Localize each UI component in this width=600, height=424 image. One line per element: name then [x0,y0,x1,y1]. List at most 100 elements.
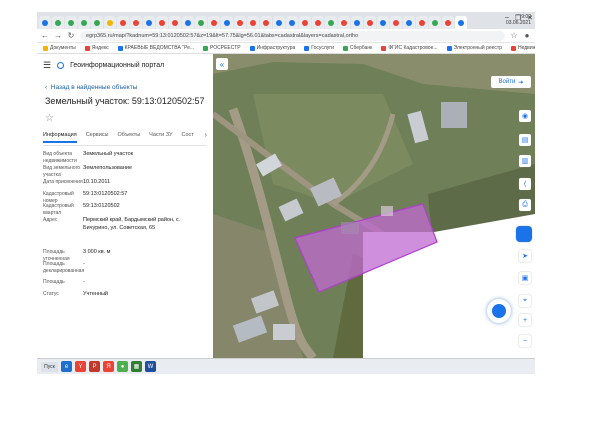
taskbar-app-icon[interactable]: Y [75,361,86,372]
location-icon[interactable]: ◉ [519,110,531,122]
browser-tab[interactable] [65,16,77,29]
menu-icon[interactable]: ☰ [43,60,51,71]
tab-favicon-icon [406,19,412,26]
browser-tab[interactable] [169,16,181,29]
browser-tab[interactable] [403,16,415,29]
tab-services[interactable]: Сервисы [86,132,109,141]
browser-tab[interactable] [416,16,428,29]
browser-tab[interactable] [117,16,129,29]
back-to-results-link[interactable]: ‹ Назад в найденные объекты [45,84,137,91]
browser-tab[interactable] [455,16,467,29]
browser-tab[interactable] [364,16,376,29]
map-view[interactable]: « Войти ➜ ◉ ▤ ▥ ⟨ ⎙ ➤ ▣ ⌖ + − РОСРЕЕСТР … [213,54,535,358]
browser-tab[interactable] [442,16,454,29]
taskbar-app-icon[interactable]: P [89,361,100,372]
browser-tab[interactable] [312,16,324,29]
windows-taskbar: Пуск e Y P Я ● ▦ W [37,358,535,374]
browser-tab[interactable] [377,16,389,29]
url-input[interactable]: egrp365.ru/map/?kadnum=59:13:0120502:57&… [80,30,505,41]
tab-info[interactable]: Информация [43,132,77,143]
browser-tab[interactable] [221,16,233,29]
bookmark-star-icon[interactable]: ☆ [510,31,518,40]
browser-tab[interactable] [143,16,155,29]
browser-tab[interactable] [104,16,116,29]
assistant-fab-button[interactable] [487,299,511,323]
browser-tab[interactable] [338,16,350,29]
profile-icon[interactable]: ● [523,31,531,40]
start-button[interactable]: Пуск [41,361,58,372]
attribute-row: Вид объекта недвижимости Земельный участо… [43,151,207,165]
tab-favicon-icon [276,19,282,26]
back-icon[interactable]: ← [41,31,49,40]
browser-tab[interactable] [247,16,259,29]
address-bar-row: ← → ↻ egrp365.ru/map/?kadnum=59:13:01205… [37,29,535,43]
bookmark-item[interactable]: Госуслуги [304,45,334,51]
clock-date: 03.06.2021 [505,20,531,26]
login-button[interactable]: Войти ➜ [491,76,531,88]
tab-favicon-icon [224,19,230,26]
browser-tab[interactable] [182,16,194,29]
taskbar-app-icon[interactable]: ▦ [131,361,142,372]
bookmark-item[interactable]: РОСРЕЕСТР [203,45,241,51]
bookmark-item[interactable]: КРАЕВЫЕ ВЕДОМСТВА "Ре... [117,45,195,51]
attribute-value: 59:13:0120502 [83,203,120,209]
bookmark-item[interactable]: Недвижимость [510,45,535,51]
browser-tab[interactable] [429,16,441,29]
basemap-icon[interactable]: ▥ [519,155,531,167]
zoom-out-button[interactable]: − [519,335,531,347]
taskbar-app-icon[interactable]: W [145,361,156,372]
browser-tab[interactable] [208,16,220,29]
attribute-row: Дата присвоения 10.10.2011 [43,179,207,191]
tabs-scroll-right-icon[interactable]: › [205,132,207,142]
browser-tab[interactable] [39,16,51,29]
browser-tab[interactable] [52,16,64,29]
tab-objects[interactable]: Объекты [117,132,140,141]
browser-tab[interactable] [273,16,285,29]
browser-tab[interactable] [156,16,168,29]
navigate-icon[interactable]: ➤ [519,250,531,262]
bookmark-item[interactable]: Документы [43,45,76,51]
bookmark-item[interactable]: Сбербанк [342,45,372,51]
tab-favicon-icon [172,19,178,26]
collapse-panel-button[interactable]: « [216,58,228,70]
browser-tab[interactable] [351,16,363,29]
tab-state[interactable]: Сост [182,132,194,141]
browser-tab[interactable] [325,16,337,29]
tab-favicon-icon [341,19,347,26]
favorite-star-icon[interactable]: ☆ [45,113,54,124]
bookmark-item[interactable]: Электронный реестр [446,45,502,51]
tab-favicon-icon [393,19,399,26]
measure-icon[interactable]: ▣ [519,272,531,284]
browser-tab[interactable] [260,16,272,29]
browser-tab[interactable] [234,16,246,29]
bookmark-label: КРАЕВЫЕ ВЕДОМСТВА "Ре... [124,45,195,51]
gps-icon[interactable]: ⌖ [519,295,531,307]
forward-icon[interactable]: → [54,31,62,40]
browser-tab[interactable] [390,16,402,29]
taskbar-app-icon[interactable]: e [61,361,72,372]
browser-tab[interactable] [78,16,90,29]
bookmark-item[interactable]: Инфраструктура [249,45,295,51]
assistant-icon [492,304,506,318]
browser-tab[interactable] [130,16,142,29]
brand-label: Геоинформационный портал [70,62,165,69]
zoom-in-button[interactable]: + [519,314,531,326]
bookmark-item[interactable]: Яндекс [84,45,109,51]
layers-icon[interactable]: ▤ [519,134,531,146]
tab-parts[interactable]: Части ЗУ [149,132,172,141]
browser-tab[interactable] [286,16,298,29]
attribute-key: Кадастровый квартал [43,203,74,216]
bookmark-item[interactable]: ФГИС Кадастровое... [381,45,438,51]
reload-icon[interactable]: ↻ [67,31,75,40]
taskbar-app-icon[interactable]: ● [117,361,128,372]
bookmark-favicon-icon [84,45,90,51]
browser-tab[interactable] [195,16,207,29]
taskbar-app-icon[interactable]: Я [103,361,114,372]
chat-icon[interactable] [516,226,532,242]
object-title: Земельный участок: 59:13:0120502:57 [45,96,205,106]
share-icon[interactable]: ⟨ [519,178,531,190]
print-icon[interactable]: ⎙ [519,199,531,211]
tab-favicon-icon [250,19,256,26]
browser-tab[interactable] [91,16,103,29]
browser-tab[interactable] [299,16,311,29]
